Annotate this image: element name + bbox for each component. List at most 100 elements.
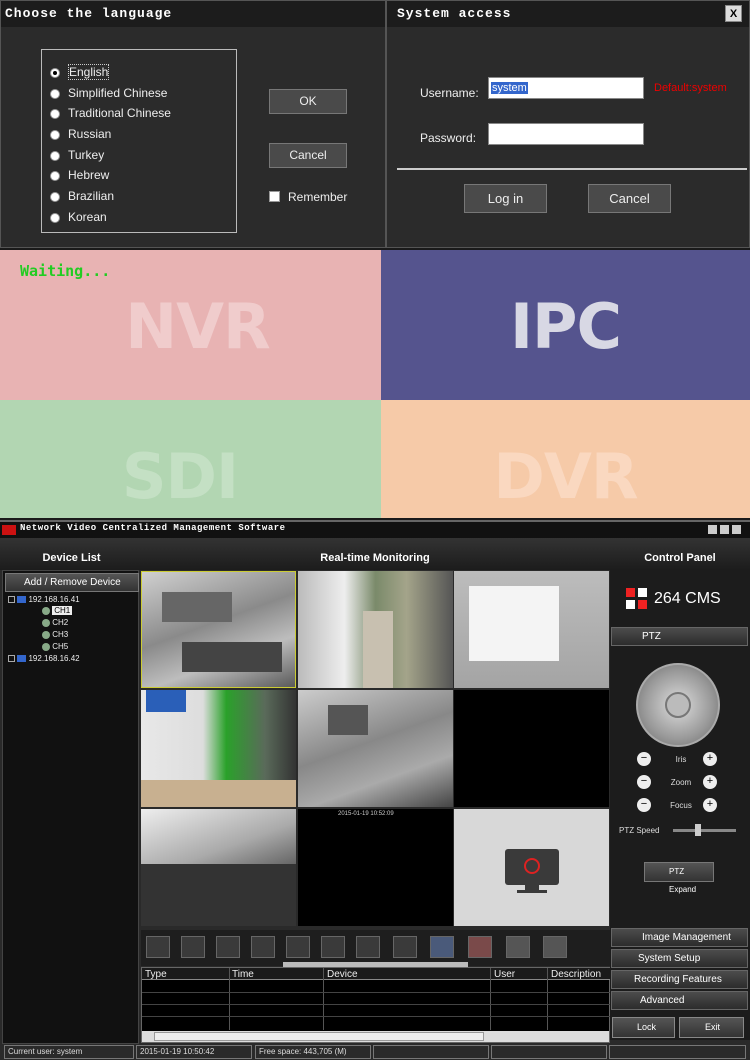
ptz-center-button[interactable] bbox=[665, 692, 691, 718]
username-label: Username: bbox=[420, 86, 479, 100]
slider-thumb[interactable] bbox=[695, 824, 701, 836]
minimize-icon[interactable] bbox=[708, 525, 717, 534]
username-input[interactable]: system bbox=[488, 77, 644, 99]
fullscreen-icon[interactable] bbox=[393, 936, 417, 958]
record-stop-icon[interactable] bbox=[543, 936, 567, 958]
radio-icon[interactable] bbox=[50, 67, 60, 78]
layout-64-icon[interactable] bbox=[356, 936, 380, 958]
video-cell[interactable] bbox=[454, 571, 609, 688]
stop-all-icon[interactable] bbox=[468, 936, 492, 958]
cancel-button[interactable]: Cancel bbox=[269, 143, 347, 168]
monitor-header: Real-time Monitoring bbox=[320, 552, 430, 564]
lang-option[interactable]: Korean bbox=[42, 207, 236, 228]
video-cell[interactable] bbox=[141, 571, 296, 688]
title-bar: Network Video Centralized Management Sof… bbox=[0, 522, 750, 538]
app-icon bbox=[2, 525, 16, 535]
close-button[interactable]: X bbox=[725, 5, 742, 22]
video-cell[interactable] bbox=[141, 809, 296, 926]
device-node[interactable]: 192.168.16.41 bbox=[8, 595, 138, 606]
status-free-space: Free space: 443,705 (M) bbox=[255, 1045, 371, 1059]
lang-option[interactable]: Turkey bbox=[42, 145, 236, 166]
lang-option[interactable]: English bbox=[42, 62, 236, 83]
video-cell[interactable] bbox=[298, 690, 453, 807]
status-time: 2015-01-19 10:50:42 bbox=[136, 1045, 252, 1059]
play-all-icon[interactable] bbox=[430, 936, 454, 958]
layout-4-icon[interactable] bbox=[181, 936, 205, 958]
remember-checkbox[interactable] bbox=[269, 191, 280, 202]
radio-icon[interactable] bbox=[50, 129, 60, 140]
ptz-tab[interactable]: PTZ bbox=[611, 627, 748, 646]
nvr-label: NVR bbox=[125, 290, 271, 363]
status-empty bbox=[491, 1045, 607, 1059]
focus-minus[interactable]: − bbox=[637, 798, 651, 812]
ptz-speed-slider[interactable] bbox=[673, 824, 736, 836]
login-dialog-title: System access bbox=[387, 1, 749, 27]
add-remove-device-button[interactable]: Add / Remove Device bbox=[5, 573, 139, 592]
brand-logo bbox=[626, 588, 648, 610]
expand-icon[interactable] bbox=[8, 655, 15, 663]
radio-icon[interactable] bbox=[50, 150, 60, 161]
col-device[interactable]: Device bbox=[327, 969, 358, 980]
language-dialog-title: Choose the language bbox=[1, 1, 385, 27]
password-input[interactable] bbox=[488, 123, 644, 145]
ok-button[interactable]: OK bbox=[269, 89, 347, 114]
waiting-text: Waiting... bbox=[20, 262, 111, 280]
camera-icon bbox=[42, 606, 50, 615]
login-cancel-button[interactable]: Cancel bbox=[588, 184, 671, 213]
system-setup-button[interactable]: System Setup bbox=[611, 949, 748, 968]
channel-item[interactable]: CH5 bbox=[8, 642, 138, 654]
lang-option[interactable]: Brazilian bbox=[42, 186, 236, 207]
device-node[interactable]: 192.168.16.42 bbox=[8, 654, 138, 665]
image-management-button[interactable]: Image Management bbox=[611, 928, 748, 947]
maximize-icon[interactable] bbox=[720, 525, 729, 534]
col-type[interactable]: Type bbox=[145, 969, 167, 980]
camera-icon bbox=[42, 630, 50, 639]
layout-16-icon[interactable] bbox=[251, 936, 275, 958]
login-dialog: System access X Username: system Default… bbox=[386, 0, 750, 248]
col-user[interactable]: User bbox=[494, 969, 515, 980]
layout-25-icon[interactable] bbox=[286, 936, 310, 958]
ptz-joystick[interactable] bbox=[636, 663, 720, 747]
horizontal-scrollbar[interactable] bbox=[142, 1031, 609, 1042]
lang-option[interactable]: Traditional Chinese bbox=[42, 103, 236, 124]
layout-36-icon[interactable] bbox=[321, 936, 345, 958]
zoom-plus[interactable]: + bbox=[703, 775, 717, 789]
radio-icon[interactable] bbox=[50, 212, 60, 223]
lang-option[interactable]: Simplified Chinese bbox=[42, 83, 236, 104]
iris-minus[interactable]: − bbox=[637, 752, 651, 766]
video-cell-empty[interactable] bbox=[454, 809, 609, 926]
col-description[interactable]: Description bbox=[551, 969, 601, 980]
status-empty bbox=[373, 1045, 489, 1059]
lang-option[interactable]: Hebrew bbox=[42, 165, 236, 186]
layout-9-icon[interactable] bbox=[216, 936, 240, 958]
exit-button[interactable]: Exit bbox=[679, 1017, 744, 1038]
video-cell[interactable] bbox=[141, 690, 296, 807]
channel-item[interactable]: CH1 bbox=[8, 606, 138, 618]
radio-icon[interactable] bbox=[50, 109, 60, 120]
record-start-icon[interactable] bbox=[506, 936, 530, 958]
radio-icon[interactable] bbox=[50, 191, 60, 202]
radio-icon[interactable] bbox=[50, 171, 60, 182]
close-icon[interactable] bbox=[732, 525, 741, 534]
ptz-expand-button[interactable]: PTZ Expand bbox=[644, 862, 714, 894]
expand-icon[interactable] bbox=[8, 596, 15, 604]
lock-button[interactable]: Lock bbox=[612, 1017, 675, 1038]
iris-plus[interactable]: + bbox=[703, 752, 717, 766]
video-cell[interactable] bbox=[454, 690, 609, 807]
col-time[interactable]: Time bbox=[232, 969, 254, 980]
video-cell[interactable] bbox=[298, 571, 453, 688]
lang-option[interactable]: Russian bbox=[42, 124, 236, 145]
radio-icon[interactable] bbox=[50, 88, 60, 99]
video-cell[interactable]: 2015-01-19 10:52:09 bbox=[298, 809, 453, 926]
zoom-minus[interactable]: − bbox=[637, 775, 651, 789]
log-table: Type Time Device User Description bbox=[141, 967, 611, 1043]
login-button[interactable]: Log in bbox=[464, 184, 547, 213]
focus-plus[interactable]: + bbox=[703, 798, 717, 812]
focus-label: Focus bbox=[670, 801, 692, 810]
advanced-button[interactable]: Advanced bbox=[611, 991, 748, 1010]
channel-item[interactable]: CH3 bbox=[8, 630, 138, 642]
ipc-label: IPC bbox=[509, 290, 622, 363]
channel-item[interactable]: CH2 bbox=[8, 618, 138, 630]
recording-features-button[interactable]: Recording Features bbox=[611, 970, 748, 989]
layout-1-icon[interactable] bbox=[146, 936, 170, 958]
